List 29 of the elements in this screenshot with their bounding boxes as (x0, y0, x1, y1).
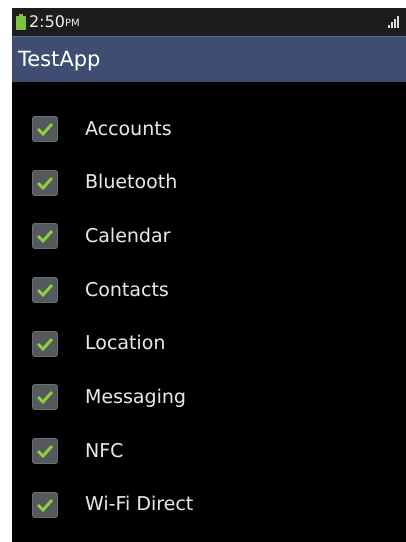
check-icon (36, 336, 54, 351)
clock-period: PM (64, 18, 80, 28)
checkbox[interactable] (32, 492, 58, 518)
checkbox[interactable] (32, 330, 58, 357)
checkbox[interactable] (32, 170, 58, 196)
check-icon (36, 282, 54, 297)
item-label: Accounts (85, 116, 172, 142)
checkbox[interactable] (32, 384, 58, 410)
signal-icon (388, 16, 400, 28)
item-label: Messaging (85, 385, 186, 410)
checkbox[interactable] (32, 276, 58, 303)
item-label: Wi-Fi Direct (85, 492, 194, 518)
checkbox[interactable] (32, 223, 58, 250)
app-title: TestApp (18, 46, 100, 73)
item-label: Calendar (85, 224, 170, 249)
checkbox[interactable] (32, 438, 58, 464)
clock-time: 2:50 (29, 14, 65, 30)
item-label: Contacts (85, 278, 169, 303)
checkbox[interactable] (32, 116, 58, 142)
battery-icon (16, 14, 26, 30)
check-icon (36, 390, 54, 404)
item-label: Bluetooth (85, 170, 178, 196)
check-icon (36, 498, 54, 512)
item-label: NFC (85, 438, 124, 464)
check-icon (36, 122, 54, 136)
check-icon (36, 176, 54, 190)
check-icon (36, 444, 54, 458)
check-icon (36, 229, 54, 244)
item-label: Location (85, 331, 166, 356)
